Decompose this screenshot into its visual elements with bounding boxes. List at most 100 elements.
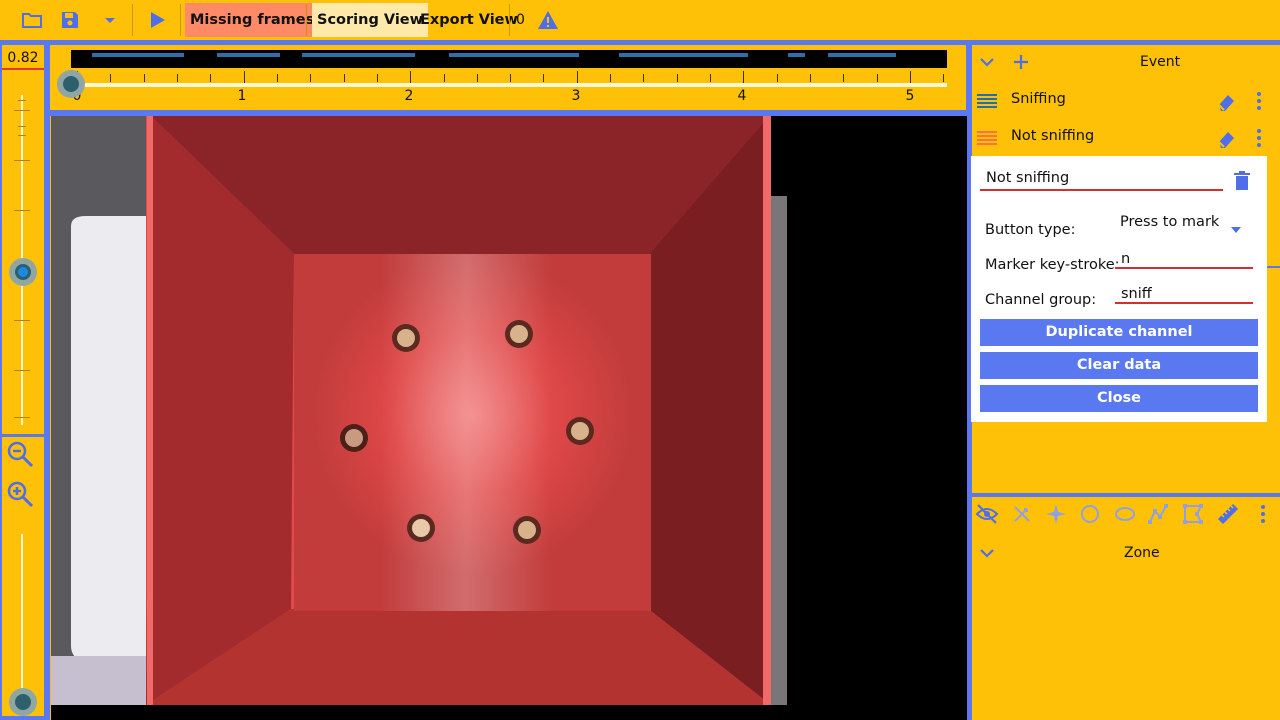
odor-port — [340, 424, 368, 452]
channel-group-input[interactable]: sniff — [1121, 286, 1152, 302]
left-column-divider — [44, 45, 50, 720]
top-toolbar: Missing frames Scoring View Export View … — [0, 0, 1280, 40]
timeline-tick — [643, 74, 644, 82]
timeline-tick-label: 5 — [905, 88, 915, 104]
left-border — [0, 45, 2, 720]
timeline-tick-label: 4 — [737, 88, 747, 104]
odor-port — [505, 320, 533, 348]
circle-icon[interactable] — [1076, 500, 1104, 528]
timeline-tick — [810, 74, 811, 82]
video-bottom-bar — [51, 705, 967, 720]
scoring-view-button[interactable]: Scoring View — [312, 3, 429, 37]
timeline-tick — [910, 71, 911, 83]
zoom-level-value: 0.82 — [2, 50, 44, 70]
eraser-icon[interactable] — [1215, 128, 1237, 152]
timeline-tick — [144, 74, 145, 82]
toolbar-divider-line — [0, 40, 1280, 45]
timeline-tick — [377, 74, 378, 82]
duplicate-channel-button[interactable]: Duplicate channel — [980, 319, 1258, 346]
eraser-icon[interactable] — [1215, 91, 1237, 115]
chevron-down-icon[interactable] — [1230, 219, 1242, 238]
visibility-off-icon[interactable] — [973, 500, 1001, 528]
play-icon[interactable] — [143, 6, 171, 34]
close-button[interactable]: Close — [980, 385, 1258, 412]
zoom-slider-tick — [18, 126, 26, 127]
event-zone-divider — [971, 493, 1280, 497]
speed-slider-track[interactable] — [21, 534, 23, 704]
timeline-tick — [677, 74, 678, 82]
toolbar-divider — [180, 4, 181, 36]
add-icon[interactable] — [1009, 50, 1033, 74]
more-vert-icon[interactable] — [1256, 91, 1262, 115]
marker-keystroke-label: Marker key-stroke: — [985, 257, 1120, 273]
timeline-tick — [743, 71, 744, 83]
channel-label: Not sniffing — [1011, 128, 1095, 144]
toolbar-divider — [306, 4, 307, 36]
timeline-segment — [92, 53, 184, 57]
speed-slider-knob[interactable] — [9, 688, 37, 716]
timeline-tick — [310, 74, 311, 82]
ruler-icon[interactable] — [1214, 500, 1242, 528]
timeline-playhead-knob[interactable] — [57, 70, 85, 98]
channel-name-input[interactable]: Not sniffing — [980, 170, 1223, 191]
left-column-bottom — [0, 716, 46, 720]
zoom-slider-tick — [14, 210, 30, 211]
timeline-tick — [444, 74, 445, 82]
chevron-down-icon[interactable] — [975, 541, 999, 565]
more-vert-icon[interactable] — [1249, 500, 1277, 528]
marker-keystroke-input[interactable]: n — [1121, 251, 1130, 267]
timeline-tick — [610, 74, 611, 82]
point-icon[interactable] — [1042, 500, 1070, 528]
channel-row-sniffing[interactable]: Sniffing — [972, 83, 1278, 119]
ellipse-icon[interactable] — [1111, 500, 1139, 528]
delete-icon[interactable] — [1234, 171, 1250, 195]
warning-icon[interactable] — [534, 6, 562, 34]
polygon-icon[interactable] — [1179, 500, 1207, 528]
timeline-segment — [828, 53, 896, 57]
zoom-slider-tick — [14, 320, 30, 321]
channel-label: Sniffing — [1011, 91, 1066, 107]
folder-open-icon[interactable] — [18, 6, 46, 34]
chevron-down-icon[interactable] — [975, 50, 999, 74]
timeline-tick-label: 2 — [404, 88, 414, 104]
zone-header-title: Zone — [1124, 545, 1160, 561]
more-vert-icon[interactable] — [1256, 128, 1262, 152]
timeline-track[interactable] — [70, 83, 947, 87]
odor-port — [392, 324, 420, 352]
timeline-tick — [710, 74, 711, 82]
zoom-slider-tick — [18, 100, 26, 101]
zoom-slider-knob[interactable] — [9, 258, 37, 286]
channel-editor-popup: Not sniffing Button type: Press to mark … — [971, 156, 1267, 422]
warning-count: 0 — [516, 12, 525, 28]
missing-frames-button[interactable]: Missing frames — [185, 3, 320, 37]
marker-keystroke-underline — [1115, 267, 1253, 269]
polyline-icon[interactable] — [1144, 500, 1172, 528]
timeline-tick-label: 1 — [237, 88, 247, 104]
zoom-slider-tick — [14, 160, 30, 161]
button-type-select[interactable]: Press to mark — [1120, 214, 1219, 230]
save-icon[interactable] — [56, 6, 84, 34]
channel-row-not-sniffing[interactable]: Not sniffing — [972, 120, 1278, 156]
clear-data-button[interactable]: Clear data — [980, 352, 1258, 379]
timeline-segment — [449, 53, 579, 57]
lines-icon — [977, 92, 997, 114]
timeline-tick-label: 3 — [571, 88, 581, 104]
zoom-out-icon[interactable] — [5, 439, 35, 469]
export-view-button[interactable]: Export View — [415, 3, 523, 37]
timeline-overview-bar[interactable] — [71, 50, 947, 68]
video-frame[interactable] — [51, 116, 967, 705]
dropdown-icon[interactable] — [96, 6, 124, 34]
timeline-tick — [477, 74, 478, 82]
zoom-in-icon[interactable] — [5, 479, 35, 509]
no-point-icon[interactable] — [1008, 500, 1036, 528]
toolbar-divider — [509, 4, 510, 36]
timeline-tick — [277, 74, 278, 82]
timeline-segment — [788, 53, 805, 57]
timeline-tick — [943, 74, 944, 82]
timeline-tick — [210, 74, 211, 82]
timeline-tick — [777, 74, 778, 82]
left-column-split — [0, 434, 46, 437]
timeline-tick — [177, 74, 178, 82]
timeline-tick — [244, 71, 245, 83]
odor-port — [407, 514, 435, 542]
